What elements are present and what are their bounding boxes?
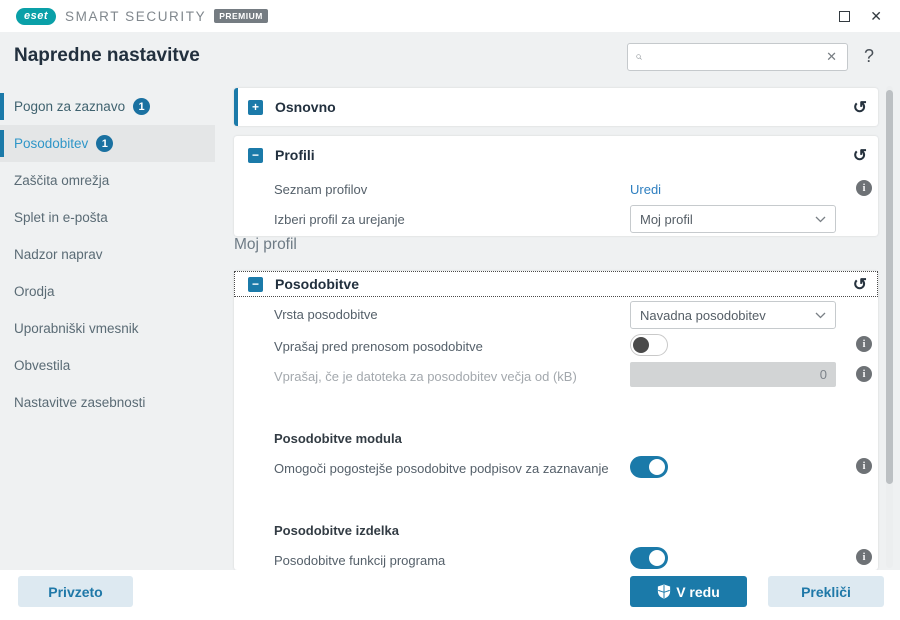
ok-button-label: V redu: [676, 583, 720, 600]
info-icon[interactable]: i: [856, 336, 872, 352]
sidebar-item-label: Obvestila: [14, 358, 71, 373]
search-clear-icon[interactable]: ✕: [824, 49, 839, 65]
sidebar-item-label: Orodja: [14, 284, 55, 299]
window-controls: ✕: [839, 9, 882, 23]
app-updates-toggle[interactable]: [630, 547, 668, 569]
sidebar-item-nadzor-naprav[interactable]: Nadzor naprav: [0, 236, 215, 273]
section-profili-header[interactable]: − Profili ↺: [234, 136, 878, 174]
sidebar-item-label: Pogon za zaznavo: [14, 99, 126, 114]
sidebar-item-uporabniski-vmesnik[interactable]: Uporabniški vmesnik: [0, 310, 215, 347]
collapse-icon[interactable]: −: [248, 147, 263, 163]
module-updates-heading: Posodobitve modula: [274, 431, 402, 446]
chevron-down-icon: [815, 216, 826, 222]
sidebar-item-label: Uporabniški vmesnik: [14, 321, 139, 336]
help-icon[interactable]: ?: [864, 46, 874, 67]
search-input[interactable]: [648, 49, 825, 65]
info-icon[interactable]: i: [856, 366, 872, 382]
app-updates-label: Posodobitve funkcij programa: [274, 553, 446, 568]
sidebar-item-label: Posodobitev: [14, 136, 89, 151]
profile-select[interactable]: Moj profil: [630, 205, 836, 233]
toggle-knob: [649, 459, 665, 475]
section-title: Profili: [275, 147, 315, 163]
status-badge: 1: [133, 98, 151, 115]
ask-before-download-toggle[interactable]: [630, 334, 668, 356]
scrollbar-track[interactable]: [886, 86, 893, 568]
product-updates-heading: Posodobitve izdelka: [274, 523, 399, 538]
sidebar-item-obvestila[interactable]: Obvestila: [0, 347, 215, 384]
maximize-icon[interactable]: [839, 10, 851, 22]
frequent-updates-label: Omogoči pogostejše posodobitve podpisov …: [274, 461, 609, 476]
status-badge: 1: [96, 135, 114, 152]
frequent-updates-toggle[interactable]: [630, 456, 668, 478]
info-icon[interactable]: i: [856, 180, 872, 196]
sidebar-item-nastavitve-zasebnosti[interactable]: Nastavitve zasebnosti: [0, 384, 215, 421]
settings-panel: + Osnovno ↺ − Profili ↺ Seznam profilov …: [232, 84, 900, 570]
section-title: Osnovno: [275, 99, 336, 115]
product-name: SMART SECURITY: [65, 8, 207, 24]
ok-button[interactable]: V redu: [630, 576, 747, 607]
sidebar-item-label: Splet in e-pošta: [14, 210, 108, 225]
undo-icon[interactable]: ↺: [853, 99, 867, 116]
shield-icon: [658, 584, 671, 599]
cancel-button-label: Prekliči: [801, 583, 851, 600]
sidebar-item-label: Nastavitve zasebnosti: [14, 395, 146, 410]
section-osnovno-header[interactable]: + Osnovno ↺: [238, 88, 878, 126]
accent-bar: [0, 93, 4, 120]
collapse-icon[interactable]: −: [248, 276, 263, 292]
header: Napredne nastavitve ✕ ?: [0, 32, 900, 84]
cancel-button[interactable]: Prekliči: [768, 576, 884, 607]
default-button-label: Privzeto: [48, 583, 103, 600]
search-icon: [636, 54, 642, 60]
section-profili: − Profili ↺ Seznam profilov Uredi i Izbe…: [234, 136, 878, 236]
close-icon[interactable]: ✕: [870, 9, 882, 23]
sidebar-item-zascita-omrezja[interactable]: Zaščita omrežja: [0, 162, 215, 199]
toggle-knob: [649, 550, 665, 566]
ask-size-label: Vprašaj, če je datoteka za posodobitev v…: [274, 369, 577, 384]
ask-size-input[interactable]: [630, 362, 836, 387]
sidebar-item-label: Zaščita omrežja: [14, 173, 110, 188]
update-type-select-value: Navadna posodobitev: [640, 307, 766, 323]
sidebar-item-posodobitev[interactable]: Posodobitev 1: [0, 125, 215, 162]
section-osnovno: + Osnovno ↺: [234, 88, 878, 126]
vrsta-posodobitve-label: Vrsta posodobitve: [274, 307, 378, 322]
toggle-knob: [633, 337, 649, 353]
default-button[interactable]: Privzeto: [18, 576, 133, 607]
sidebar-item-splet-in-eposta[interactable]: Splet in e-pošta: [0, 199, 215, 236]
ask-before-download-label: Vprašaj pred prenosom posodobitve: [274, 339, 483, 354]
seznam-profilov-label: Seznam profilov: [274, 182, 368, 197]
info-icon[interactable]: i: [856, 458, 872, 474]
izberi-profil-label: Izberi profil za urejanje: [274, 212, 405, 227]
search-box[interactable]: ✕: [627, 43, 848, 71]
sidebar-item-pogon-za-zaznavo[interactable]: Pogon za zaznavo 1: [0, 88, 215, 125]
section-posodobitve: − Posodobitve ↺ Vrsta posodobitve Navadn…: [234, 271, 878, 570]
sidebar: Pogon za zaznavo 1 Posodobitev 1 Zaščita…: [0, 84, 232, 570]
sidebar-item-orodja[interactable]: Orodja: [0, 273, 215, 310]
page-title: Napredne nastavitve: [14, 45, 200, 66]
edition-badge: PREMIUM: [214, 9, 268, 23]
update-type-select[interactable]: Navadna posodobitev: [630, 301, 836, 329]
scrollbar-thumb[interactable]: [886, 90, 893, 484]
eset-logo: eset: [16, 7, 57, 25]
accent-bar: [0, 130, 4, 157]
info-icon[interactable]: i: [856, 549, 872, 565]
profile-heading: Moj profil: [234, 236, 297, 253]
chevron-down-icon: [815, 312, 826, 318]
section-posodobitve-header[interactable]: − Posodobitve ↺: [234, 271, 878, 297]
footer: Privzeto V redu Prekliči: [0, 570, 900, 620]
uredi-link[interactable]: Uredi: [630, 182, 661, 197]
sidebar-item-label: Nadzor naprav: [14, 247, 103, 262]
expand-icon[interactable]: +: [248, 99, 263, 115]
title-bar: eset SMART SECURITY PREMIUM ✕: [0, 0, 900, 32]
undo-icon[interactable]: ↺: [853, 276, 867, 293]
undo-icon[interactable]: ↺: [853, 147, 867, 164]
section-title: Posodobitve: [275, 276, 360, 292]
profile-select-value: Moj profil: [640, 211, 693, 227]
